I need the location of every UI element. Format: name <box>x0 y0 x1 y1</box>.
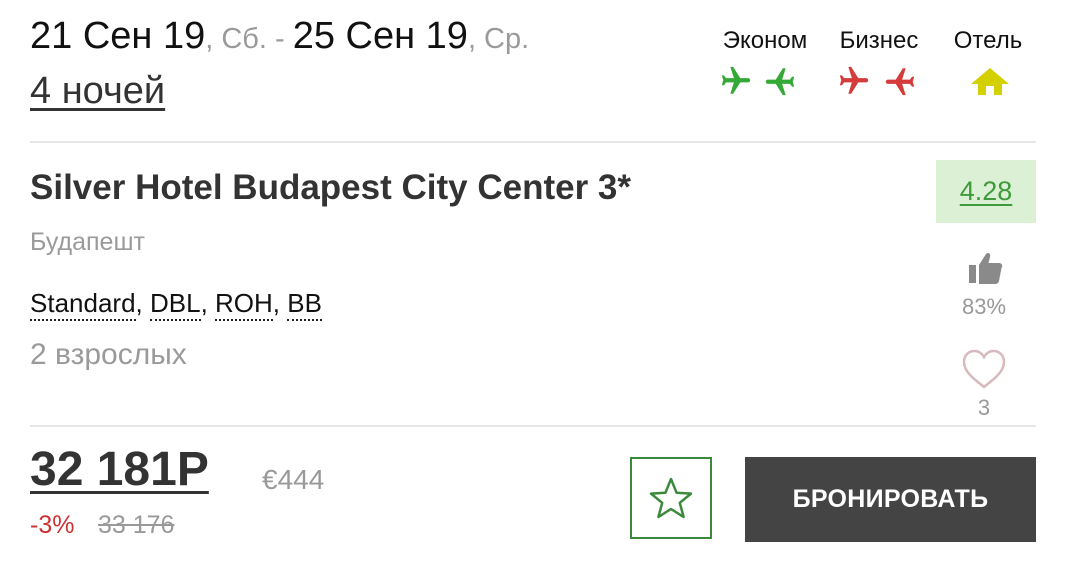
plane-icon <box>839 66 869 94</box>
recommend-percent: 83% <box>961 294 1007 319</box>
rating-value[interactable]: 4.28 <box>960 176 1013 207</box>
room-view[interactable]: ROH <box>215 288 273 321</box>
class-hotel-label: Отель <box>953 27 1023 54</box>
price-old: 33 176 <box>98 511 175 539</box>
hotel-name[interactable]: Silver Hotel Budapest City Center 3* <box>30 168 631 208</box>
day-to: , Ср. <box>467 23 530 55</box>
nights-count[interactable]: 4 ночей <box>30 70 165 113</box>
room-occupancy[interactable]: DBL <box>149 288 201 321</box>
divider <box>30 425 1036 427</box>
trip-dates: 21 Сен 19, Сб. - 25 Сен 19, Ср. <box>30 12 529 68</box>
discount-badge: -3% <box>30 511 75 539</box>
thumbs-up-icon <box>969 253 1003 284</box>
plane-icon <box>721 66 751 94</box>
divider <box>30 141 1036 143</box>
price-eur: €444 <box>262 464 325 495</box>
class-economy-label: Эконом <box>722 27 808 54</box>
favorite-button[interactable] <box>630 457 712 539</box>
room-type[interactable]: Standard <box>30 288 136 321</box>
plane-icon <box>765 68 795 96</box>
guests-count: 2 взрослых <box>30 338 187 371</box>
likes-count: 3 <box>977 395 991 420</box>
hotel-city: Будапешт <box>30 228 145 256</box>
plane-icon <box>885 68 915 96</box>
meal-plan[interactable]: BB <box>287 288 322 321</box>
price-current[interactable]: 32 181Р <box>30 442 209 497</box>
date-from: 21 Сен 19 <box>30 15 206 57</box>
date-to: 25 Сен 19 <box>292 15 468 57</box>
star-icon <box>649 477 693 519</box>
book-button[interactable]: БРОНИРОВАТЬ <box>745 457 1036 542</box>
home-icon <box>971 68 1009 95</box>
class-business-label: Бизнес <box>839 27 919 54</box>
day-from: , Сб. - <box>205 23 293 55</box>
heart-icon[interactable] <box>960 348 1008 390</box>
rating-badge[interactable]: 4.28 <box>936 160 1036 223</box>
room-details: Standard, DBL, ROH, BB <box>30 288 322 321</box>
